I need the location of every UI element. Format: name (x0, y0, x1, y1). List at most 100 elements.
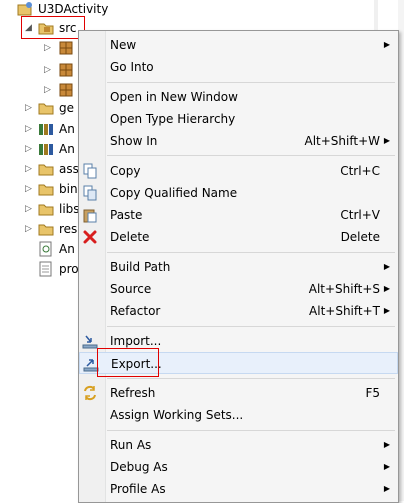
expand-arrow-icon[interactable]: ▷ (25, 159, 32, 179)
tree-label: ge (59, 101, 74, 115)
java-project-icon (17, 2, 32, 16)
submenu-arrow-icon: ▶ (383, 440, 390, 449)
tree-label: res (59, 222, 78, 236)
menu-shortcut: Alt+Shift+W (304, 134, 381, 148)
menu-label: Debug As (110, 460, 168, 474)
submenu-arrow-icon: ▶ (383, 262, 390, 271)
submenu-arrow-icon: ▶ (383, 284, 390, 293)
menu-item-open-in-new-window[interactable]: Open in New Window (79, 86, 398, 108)
menu-item-show-in[interactable]: Show In Alt+Shift+W ▶ (79, 130, 398, 152)
tree-label: An (59, 142, 75, 156)
folder-icon (38, 204, 54, 216)
expand-arrow-icon[interactable]: ▷ (44, 60, 51, 80)
menu-item-copy-qualified-name[interactable]: Copy Qualified Name (79, 182, 398, 204)
menu-item-build-path[interactable]: Build Path ▶ (79, 256, 398, 278)
tree-item-assets[interactable]: ▷ ass (0, 159, 80, 179)
copy-qualified-name-icon (83, 185, 97, 201)
folder-icon (38, 184, 54, 196)
tree-label: An (59, 122, 75, 136)
tree-item-android-lib[interactable]: ▷ An (0, 119, 80, 139)
menu-item-open-type-hierarchy[interactable]: Open Type Hierarchy (79, 108, 398, 130)
copy-icon (83, 163, 97, 179)
tree-label: bin (59, 182, 78, 196)
android-manifest-icon (39, 241, 52, 257)
import-icon (82, 335, 98, 349)
menu-label: Refresh (110, 386, 156, 400)
tree-item-android-lib[interactable]: ▷ An (0, 139, 80, 159)
submenu-arrow-icon: ▶ (383, 306, 390, 315)
menu-label: Refactor (110, 304, 161, 318)
expand-arrow-icon[interactable]: ▷ (25, 98, 32, 118)
tree-label: libs (59, 202, 80, 216)
expand-arrow-icon[interactable]: ▷ (44, 38, 51, 58)
menu-label: Build Path (110, 260, 171, 274)
folder-icon (38, 224, 54, 236)
tree-item-libs[interactable]: ▷ libs (0, 199, 80, 219)
src-highlight-box (21, 16, 85, 39)
menu-item-source[interactable]: Source Alt+Shift+S ▶ (79, 278, 398, 300)
file-icon (39, 261, 52, 277)
menu-item-paste[interactable]: Paste Ctrl+V (79, 204, 398, 226)
menu-shortcut: Ctrl+C (340, 164, 380, 178)
menu-item-go-into[interactable]: Go Into (79, 56, 398, 78)
menu-separator (107, 326, 395, 327)
menu-label: Open in New Window (110, 90, 238, 104)
tree-label: pro (59, 262, 79, 276)
menu-shortcut: Ctrl+V (340, 208, 380, 222)
menu-item-profile-as[interactable]: Profile As ▶ (79, 478, 398, 500)
menu-label: Copy Qualified Name (110, 186, 238, 200)
tree-item-manifest[interactable]: An (0, 239, 80, 259)
package-icon (59, 63, 73, 77)
delete-icon (83, 230, 97, 244)
menu-item-debug-as[interactable]: Debug As ▶ (79, 456, 398, 478)
tree-label: ass (59, 162, 79, 176)
menu-label: Profile As (110, 482, 166, 496)
menu-item-new[interactable]: New ▶ (79, 34, 398, 56)
package-icon (59, 83, 73, 97)
tree-item-res[interactable]: ▷ res (0, 219, 80, 239)
menu-separator (107, 378, 395, 379)
expand-arrow-icon[interactable]: ▷ (25, 119, 32, 139)
source-folder-icon (38, 103, 54, 115)
menu-item-run-as[interactable]: Run As ▶ (79, 434, 398, 456)
menu-item-refresh[interactable]: Refresh F5 (79, 382, 398, 404)
submenu-arrow-icon: ▶ (383, 136, 390, 145)
menu-separator (107, 155, 395, 156)
submenu-arrow-icon: ▶ (383, 40, 390, 49)
tree-item-package[interactable]: ▷ (0, 80, 73, 100)
expand-arrow-icon[interactable]: ▷ (44, 80, 51, 100)
expand-arrow-icon[interactable]: ▷ (25, 199, 32, 219)
tree-item-gen[interactable]: ▷ ge (0, 98, 80, 118)
tree-item-bin[interactable]: ▷ bin (0, 179, 80, 199)
menu-separator (107, 252, 395, 253)
menu-label: Delete (110, 230, 150, 244)
menu-item-copy[interactable]: Copy Ctrl+C (79, 160, 398, 182)
expand-arrow-icon[interactable]: ▷ (25, 139, 32, 159)
menu-separator (107, 82, 395, 83)
menu-shortcut: F5 (365, 386, 380, 400)
menu-item-refactor[interactable]: Refactor Alt+Shift+T ▶ (79, 300, 398, 322)
menu-item-delete[interactable]: Delete Delete (79, 226, 398, 248)
tree-item-properties[interactable]: pro (0, 259, 80, 279)
expand-arrow-icon[interactable]: ▷ (25, 179, 32, 199)
package-icon (59, 41, 73, 55)
tree-item-package[interactable]: ▷ (0, 60, 73, 80)
export-highlight-box (97, 348, 159, 377)
refresh-icon (84, 385, 96, 401)
menu-label: New (110, 38, 137, 52)
menu-label: Source (110, 282, 152, 296)
menu-label: Run As (110, 438, 152, 452)
menu-item-assign-working-sets[interactable]: Assign Working Sets... (79, 404, 398, 426)
menu-shortcut: Alt+Shift+T (309, 304, 380, 318)
tree-label: An (59, 242, 75, 256)
library-icon (39, 124, 53, 135)
context-menu: New ▶ Go Into Open in New Window Open Ty… (78, 30, 399, 503)
menu-label: Assign Working Sets... (110, 408, 244, 422)
submenu-arrow-icon: ▶ (383, 484, 390, 493)
menu-shortcut: Delete (340, 230, 380, 244)
library-icon (39, 144, 53, 155)
menu-shortcut: Alt+Shift+S (308, 282, 380, 296)
expand-arrow-icon[interactable]: ▷ (25, 219, 32, 239)
tree-item-package[interactable]: ▷ (0, 38, 73, 58)
submenu-arrow-icon: ▶ (383, 462, 390, 471)
